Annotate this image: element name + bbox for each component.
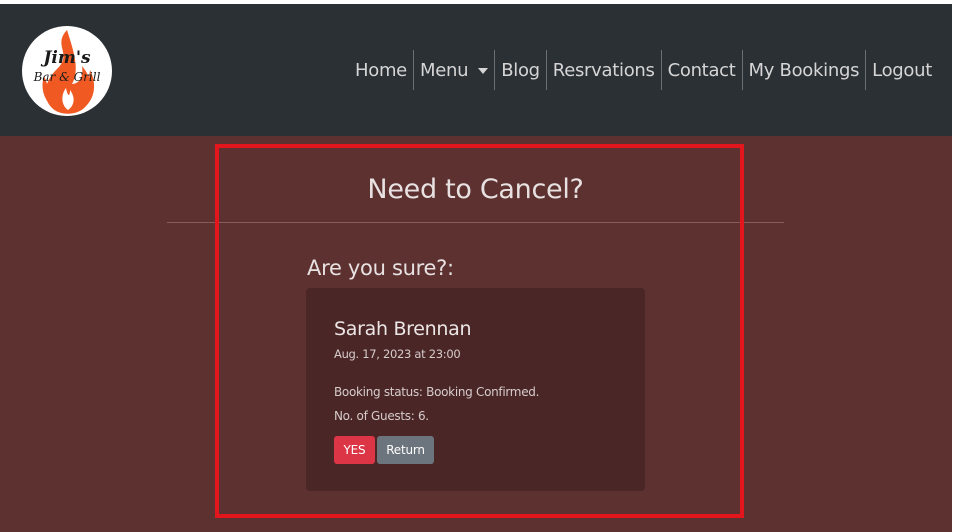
nav-contact[interactable]: Contact	[660, 50, 742, 90]
caret-down-icon	[478, 68, 489, 74]
nav-home[interactable]: Home	[349, 50, 413, 90]
brand-logo[interactable]: Jim's Bar & Grill	[22, 26, 112, 116]
nav-logout[interactable]: Logout	[865, 50, 938, 90]
brand-name: Jim's	[43, 48, 91, 68]
right-edge	[952, 4, 957, 532]
main-nav: Home Menu Blog Resrvations Contact My Bo…	[349, 49, 938, 91]
nav-my-bookings[interactable]: My Bookings	[741, 50, 866, 90]
nav-menu-label: Menu	[419, 59, 469, 81]
nav-blog[interactable]: Blog	[494, 50, 546, 90]
navbar: Jim's Bar & Grill Home Menu Blog Resrvat…	[0, 4, 952, 136]
brand-tagline: Bar & Grill	[33, 70, 101, 84]
nav-reservations[interactable]: Resrvations	[545, 50, 661, 90]
highlight-box	[215, 144, 744, 518]
nav-menu-dropdown[interactable]: Menu	[412, 50, 494, 90]
